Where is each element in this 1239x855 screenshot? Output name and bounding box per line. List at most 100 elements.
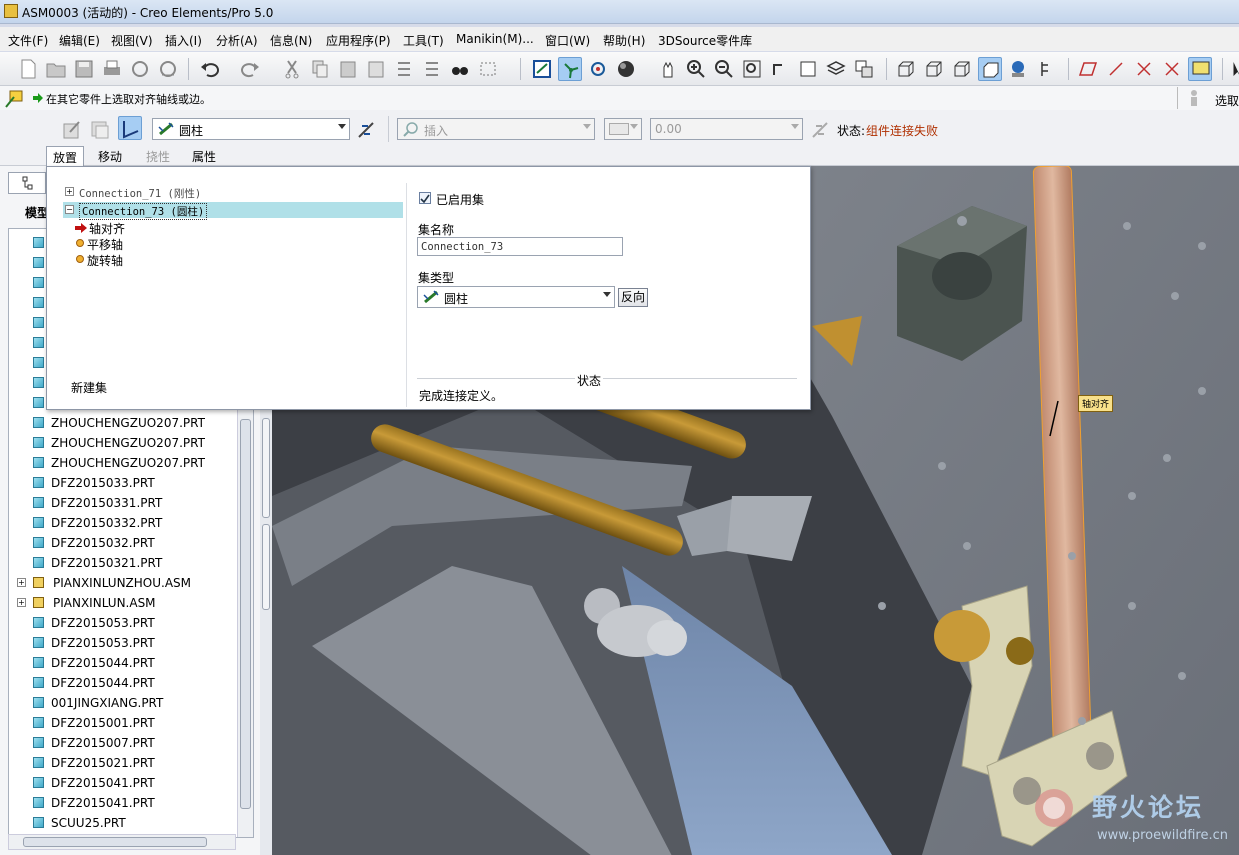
tree-item[interactable]: ZHOUCHENGZUO207.PRT: [9, 453, 249, 473]
hidden-line-icon[interactable]: [922, 57, 946, 81]
tree-item[interactable]: 001JINGXIANG.PRT: [9, 693, 249, 713]
tab-move[interactable]: 移动: [92, 146, 128, 166]
tree-item[interactable]: ZHOUCHENGZUO207.PRT: [9, 413, 249, 433]
axis-alignment-tag[interactable]: 轴对齐: [1078, 395, 1114, 412]
no-hidden-icon[interactable]: [950, 57, 974, 81]
cut-icon[interactable]: [280, 57, 304, 81]
tree-item[interactable]: DFZ2015001.PRT: [9, 713, 249, 733]
selection-label[interactable]: 选取: [1215, 92, 1239, 109]
connection-type-select[interactable]: 圆柱: [152, 118, 350, 140]
tree-item[interactable]: DFZ2015044.PRT: [9, 653, 249, 673]
view-manager-icon[interactable]: [852, 57, 876, 81]
reorient-icon[interactable]: [768, 57, 792, 81]
tree-item[interactable]: DFZ20150321.PRT: [9, 553, 249, 573]
menu-info[interactable]: 信息(N): [270, 32, 312, 49]
expand-icon[interactable]: +: [17, 578, 26, 587]
shading-icon[interactable]: [978, 57, 1002, 81]
menu-analysis[interactable]: 分析(A): [216, 32, 258, 49]
menu-manikin[interactable]: Manikin(M)...: [456, 32, 534, 46]
open-folder-icon[interactable]: [44, 57, 68, 81]
layers-icon[interactable]: [824, 57, 848, 81]
zoom-in-icon[interactable]: [684, 57, 708, 81]
mechanism-connection-icon[interactable]: [118, 116, 142, 140]
regenerate-icon[interactable]: [392, 57, 416, 81]
appearance-sphere-icon[interactable]: [614, 57, 638, 81]
tab-flexibility[interactable]: 挠性: [140, 146, 176, 166]
refit-icon[interactable]: [740, 57, 764, 81]
select-box-icon[interactable]: [476, 57, 500, 81]
enable-set-checkbox[interactable]: [419, 192, 431, 204]
tree-item[interactable]: SCUU25.PRT: [9, 813, 249, 833]
user-defined-set-icon[interactable]: [60, 118, 84, 142]
new-set-link[interactable]: 新建集: [71, 379, 107, 396]
tree-item[interactable]: DFZ2015053.PRT: [9, 633, 249, 653]
tree-item[interactable]: DFZ2015041.PRT: [9, 793, 249, 813]
repaint-icon[interactable]: [530, 57, 554, 81]
menu-file[interactable]: 文件(F): [8, 32, 48, 49]
menu-3dsource[interactable]: 3DSource零件库: [658, 32, 752, 49]
datum-plane-icon[interactable]: [1076, 57, 1100, 81]
undo-icon[interactable]: [198, 57, 222, 81]
tree-item[interactable]: DFZ2015044.PRT: [9, 673, 249, 693]
offset-value-input[interactable]: 0.00: [650, 118, 803, 140]
saved-views-icon[interactable]: [796, 57, 820, 81]
menu-view[interactable]: 视图(V): [111, 32, 153, 49]
collapse-icon[interactable]: −: [65, 205, 74, 214]
constraint-item[interactable]: 轴对齐: [75, 220, 275, 236]
flip-direction-icon[interactable]: [354, 118, 378, 142]
redo-icon[interactable]: [238, 57, 262, 81]
menu-tools[interactable]: 工具(T): [403, 32, 444, 49]
tree-item[interactable]: DFZ20150331.PRT: [9, 493, 249, 513]
menu-applications[interactable]: 应用程序(P): [326, 32, 391, 49]
wireframe-icon[interactable]: [894, 57, 918, 81]
menu-help[interactable]: 帮助(H): [603, 32, 645, 49]
tree-horizontal-scrollbar[interactable]: [8, 834, 236, 850]
paste-special-icon[interactable]: [364, 57, 388, 81]
tab-properties[interactable]: 属性: [186, 146, 222, 166]
new-file-icon[interactable]: [16, 57, 40, 81]
copy-icon[interactable]: [308, 57, 332, 81]
flip-offset-icon[interactable]: [808, 118, 832, 142]
h-scroll-thumb[interactable]: [23, 837, 207, 847]
orient-mode-icon[interactable]: [586, 57, 610, 81]
tree-item[interactable]: DFZ2015007.PRT: [9, 733, 249, 753]
separate-window-icon[interactable]: [88, 118, 112, 142]
tree-item[interactable]: + PIANXINLUNZHOU.ASM: [9, 573, 249, 593]
menu-edit[interactable]: 编辑(E): [59, 32, 100, 49]
offset-type-select[interactable]: [604, 118, 642, 140]
constraint-item[interactable]: 旋转轴: [75, 252, 275, 268]
model-tree-nav-tab[interactable]: [8, 172, 46, 194]
datum-point-icon[interactable]: [1132, 57, 1156, 81]
set-name-input[interactable]: Connection_73: [417, 237, 623, 256]
tree-item[interactable]: DFZ20150332.PRT: [9, 513, 249, 533]
find-binoculars-icon[interactable]: [448, 57, 472, 81]
zoom-out-icon[interactable]: [712, 57, 736, 81]
model-tree-toggle-icon[interactable]: [1034, 57, 1058, 81]
connection-set-row-selected[interactable]: − Connection_73 (圆柱): [63, 202, 403, 220]
set-type-select[interactable]: 圆柱: [417, 286, 615, 308]
tree-item[interactable]: DFZ2015032.PRT: [9, 533, 249, 553]
tree-item[interactable]: DFZ2015033.PRT: [9, 473, 249, 493]
expand-icon[interactable]: +: [65, 187, 74, 196]
constraint-type-select[interactable]: 插入: [397, 118, 595, 140]
tab-placement[interactable]: 放置: [46, 146, 85, 166]
tree-item[interactable]: DFZ2015041.PRT: [9, 773, 249, 793]
pan-hand-icon[interactable]: [656, 57, 680, 81]
tree-item[interactable]: + PIANXINLUN.ASM: [9, 593, 249, 613]
save-icon[interactable]: [72, 57, 96, 81]
select-arrow-icon[interactable]: [1226, 57, 1239, 81]
send-mail-icon[interactable]: [128, 57, 152, 81]
expand-icon[interactable]: +: [17, 598, 26, 607]
connection-set-row[interactable]: + Connection_71 (刚性): [63, 185, 403, 201]
flip-button[interactable]: 反向: [618, 288, 648, 307]
print-icon[interactable]: [100, 57, 124, 81]
tree-item[interactable]: DFZ2015021.PRT: [9, 753, 249, 773]
paste-icon[interactable]: [336, 57, 360, 81]
regen-manager-icon[interactable]: [420, 57, 444, 81]
send-link-icon[interactable]: [156, 57, 180, 81]
annotation-display-icon[interactable]: [1188, 57, 1212, 81]
tree-item[interactable]: DFZ2015053.PRT: [9, 613, 249, 633]
tree-item[interactable]: ZHOUCHENGZUO207.PRT: [9, 433, 249, 453]
datum-axis-icon[interactable]: [1104, 57, 1128, 81]
enhanced-realism-icon[interactable]: [1006, 57, 1030, 81]
